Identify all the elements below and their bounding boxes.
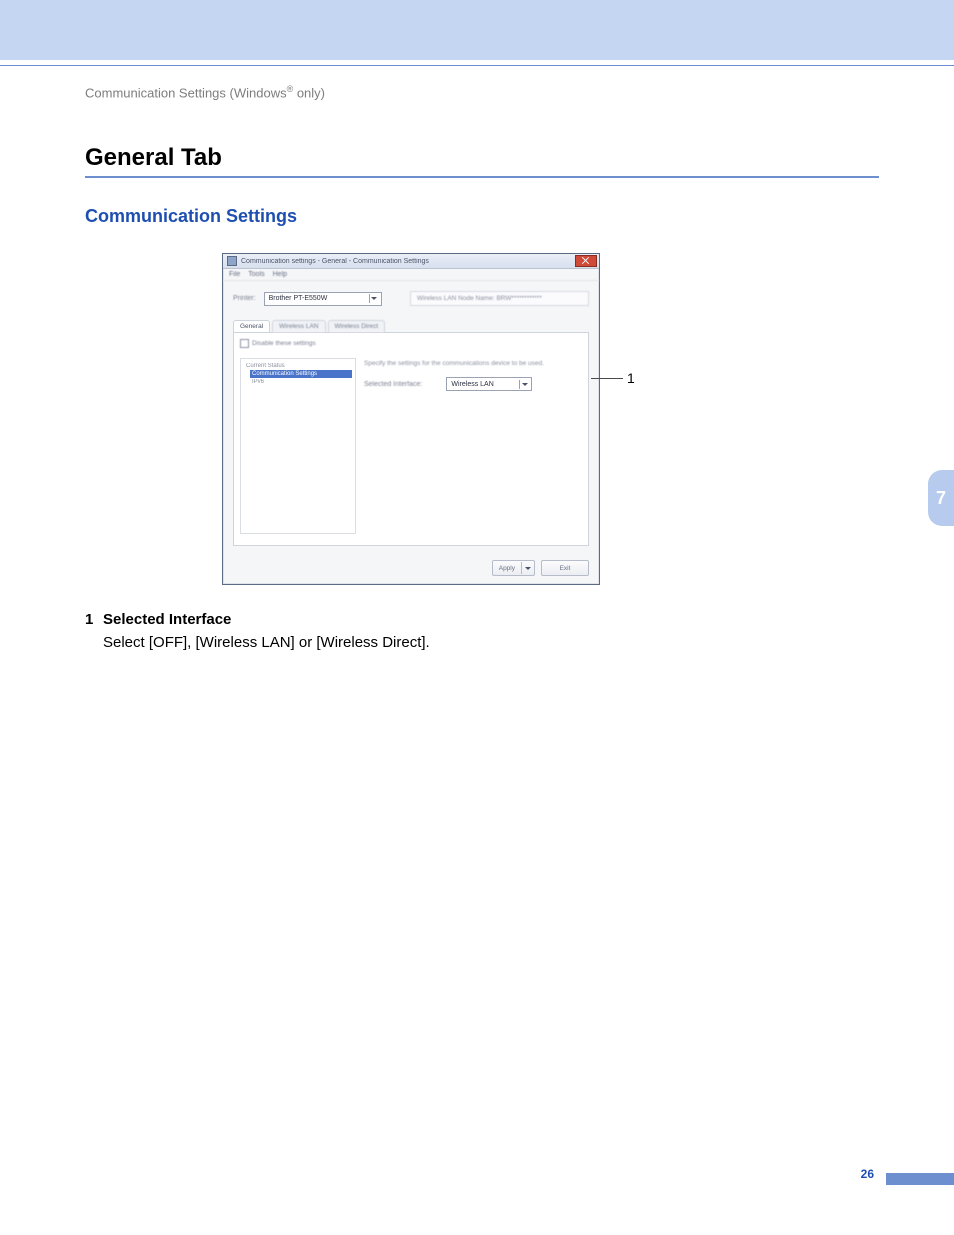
definition-list: 1Selected Interface Select [OFF], [Wirel… [85, 609, 879, 654]
tab-wireless-direct[interactable]: Wireless Direct [328, 320, 386, 332]
menu-file[interactable]: File [229, 271, 240, 278]
chevron-down-icon [521, 562, 534, 574]
printer-combobox[interactable]: Brother PT-E550W [264, 292, 382, 306]
apply-button[interactable]: Apply [492, 560, 535, 576]
chapter-number: 7 [936, 488, 946, 509]
definition-description: Select [OFF], [Wireless LAN] or [Wireles… [103, 632, 879, 655]
tab-general[interactable]: General [233, 320, 270, 332]
breadcrumb-prefix: Communication Settings (Windows [85, 85, 287, 100]
callout-number: 1 [627, 370, 635, 386]
header-rule [0, 65, 954, 66]
selected-interface-value: Wireless LAN [451, 381, 493, 388]
checkbox-icon[interactable] [240, 339, 249, 348]
definition-term: Selected Interface [103, 611, 231, 628]
subsection-title: Communication Settings [85, 206, 879, 227]
dialog-title: Communication settings - General - Commu… [241, 258, 429, 265]
exit-button[interactable]: Exit [541, 560, 589, 576]
dialog-window: Communication settings - General - Commu… [222, 253, 600, 585]
menu-tools[interactable]: Tools [248, 271, 264, 278]
dialog-titlebar: Communication settings - General - Commu… [223, 254, 599, 269]
breadcrumb-suffix: only) [293, 85, 325, 100]
chevron-down-icon [369, 294, 379, 303]
tree-node-current-status[interactable]: Current Status [244, 362, 352, 370]
menu-bar: File Tools Help [223, 269, 599, 281]
dialog-footer: Apply Exit [223, 554, 599, 584]
tab-page-general: Disable these settings Current Status Co… [233, 333, 589, 546]
callout-line [591, 378, 623, 379]
page-number: 26 [861, 1167, 874, 1181]
printer-value: Brother PT-E550W [269, 295, 328, 302]
page-footer: 26 [0, 1155, 954, 1181]
chevron-down-icon [519, 380, 529, 389]
footer-accent-bar [886, 1173, 954, 1185]
section-rule [85, 176, 879, 178]
section-title: General Tab [85, 144, 879, 172]
disable-settings-row[interactable]: Disable these settings [240, 339, 582, 348]
app-icon [227, 256, 237, 266]
node-name-panel: Wireless LAN Node Name: BRW************ [410, 291, 589, 306]
header-band [0, 0, 954, 60]
tree-node-communication-settings[interactable]: Communication Settings [250, 370, 352, 378]
settings-description: Specify the settings for the communicati… [364, 360, 580, 367]
screenshot-figure: Communication settings - General - Commu… [222, 253, 742, 585]
close-icon[interactable] [575, 255, 597, 267]
disable-settings-label: Disable these settings [252, 340, 316, 347]
chapter-tab: 7 [928, 470, 954, 526]
exit-button-label: Exit [560, 565, 571, 572]
tab-wireless-lan[interactable]: Wireless LAN [272, 320, 325, 332]
breadcrumb: Communication Settings (Windows® only) [85, 84, 879, 100]
selected-interface-combobox[interactable]: Wireless LAN [446, 377, 532, 391]
tree-node-ipv6[interactable]: IPv6 [250, 378, 352, 386]
printer-label: Printer: [233, 295, 256, 302]
apply-button-label: Apply [499, 565, 515, 572]
tab-strip: General Wireless LAN Wireless Direct [233, 320, 589, 333]
menu-help[interactable]: Help [273, 271, 287, 278]
definition-number: 1 [85, 609, 103, 632]
selected-interface-label: Selected Interface: [364, 381, 422, 388]
settings-tree[interactable]: Current Status Communication Settings IP… [240, 358, 356, 534]
settings-detail-pane: Specify the settings for the communicati… [362, 358, 582, 539]
